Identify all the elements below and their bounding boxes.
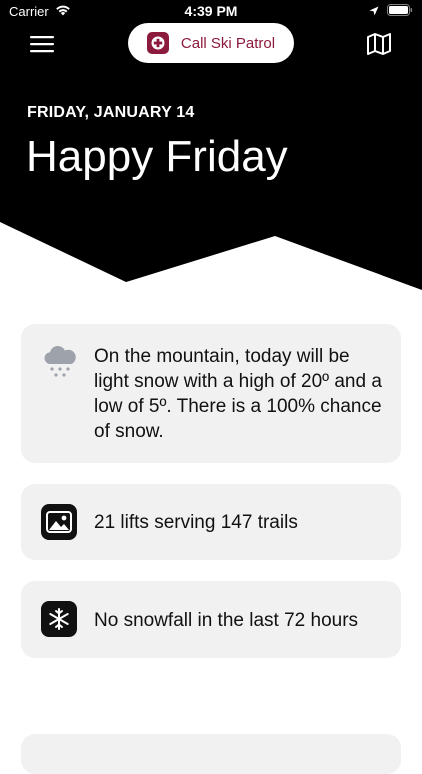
hero-greeting: Happy Friday	[26, 132, 288, 181]
status-time: 4:39 PM	[184, 3, 238, 19]
lifts-card[interactable]: 21 lifts serving 147 trails	[21, 484, 401, 560]
call-ski-patrol-label: Call Ski Patrol	[180, 34, 276, 52]
lifts-summary: 21 lifts serving 147 trails	[94, 512, 298, 533]
battery-icon	[387, 4, 413, 19]
hero-date: FRIDAY, JANUARY 14	[27, 104, 195, 121]
snowfall-card[interactable]: No snowfall in the last 72 hours	[21, 581, 401, 658]
next-card-partial[interactable]	[21, 734, 401, 774]
snowflake-icon	[41, 601, 77, 637]
menu-button[interactable]	[28, 32, 56, 56]
call-ski-patrol-button[interactable]: Call Ski Patrol	[128, 23, 294, 63]
status-bar: Carrier 4:39 PM	[0, 0, 422, 22]
photo-icon	[41, 504, 77, 540]
status-right	[369, 4, 413, 19]
medical-cross-icon	[146, 32, 169, 54]
location-arrow-icon	[369, 4, 379, 19]
nav-bar: Call Ski Patrol	[0, 22, 422, 66]
weather-summary: On the mountain, today will be light sno…	[94, 346, 382, 442]
map-button[interactable]	[366, 31, 392, 57]
snowfall-summary: No snowfall in the last 72 hours	[94, 610, 359, 631]
hamburger-menu-icon	[28, 36, 56, 60]
weather-card[interactable]: On the mountain, today will be light sno…	[21, 324, 401, 463]
snow-cloud-icon	[41, 344, 79, 387]
map-icon	[366, 33, 392, 61]
